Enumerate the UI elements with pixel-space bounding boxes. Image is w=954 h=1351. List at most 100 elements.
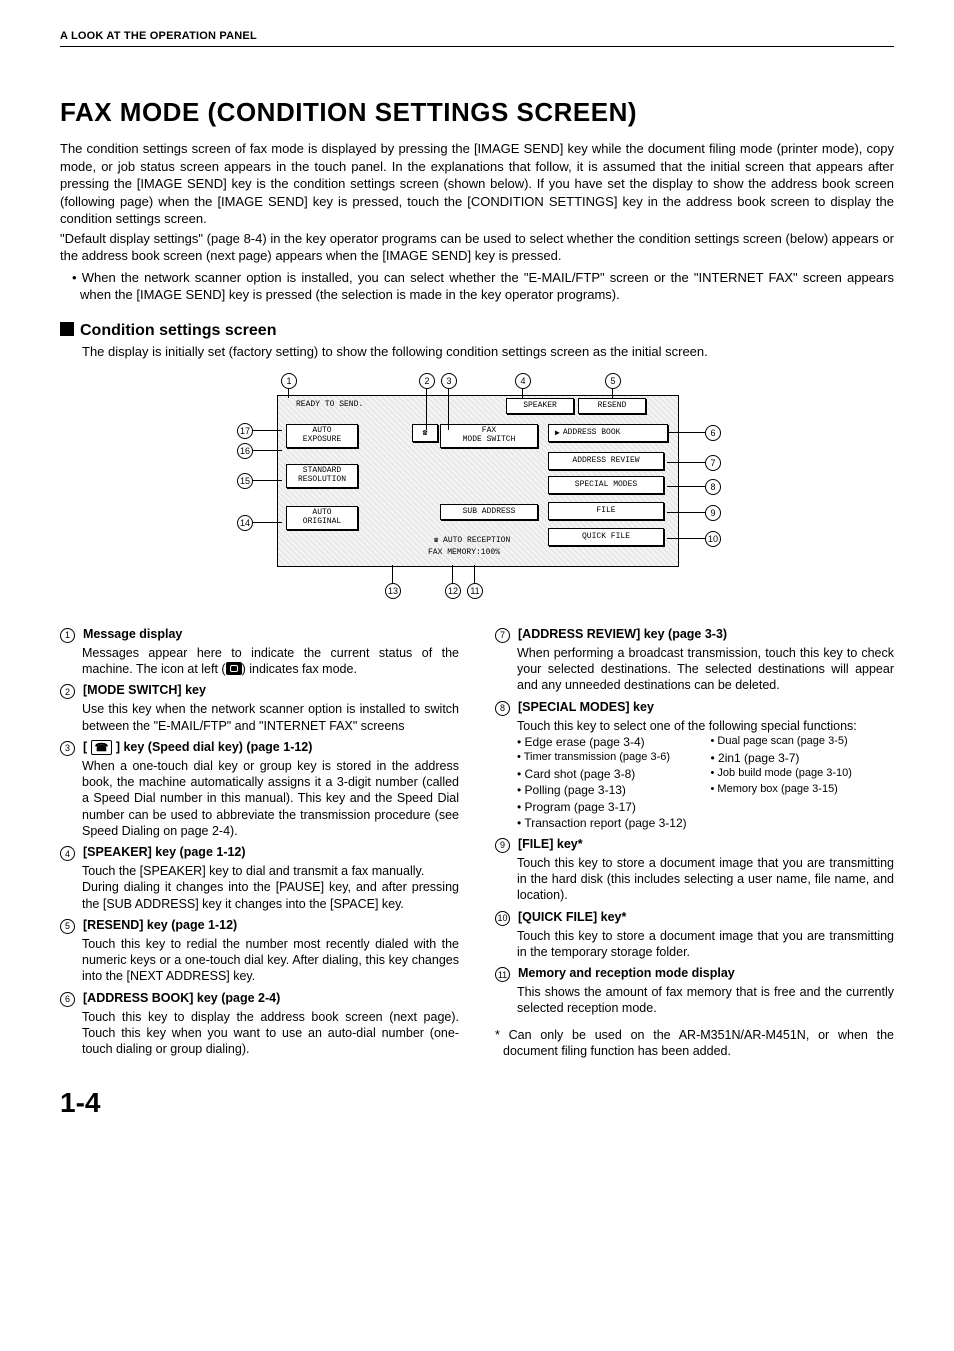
item-8-title: [SPECIAL MODES] key [518, 700, 654, 716]
item-5-title: [RESEND] key (page 1-12) [83, 918, 237, 934]
section-title-text: Condition settings screen [80, 322, 276, 339]
left-column: 1Message display Messages appear here to… [60, 627, 459, 1064]
sm-timer: • Timer transmission (page 3-6) [517, 750, 701, 766]
quick-file-key[interactable]: QUICK FILE [548, 528, 664, 546]
callout-13: 13 [385, 583, 401, 599]
callout-14: 14 [237, 515, 253, 531]
speaker-key[interactable]: SPEAKER [506, 398, 574, 414]
callout-11: 11 [467, 583, 483, 599]
item-2-title: [MODE SWITCH] key [83, 683, 206, 699]
speed-dial-icon: ☎ [91, 740, 113, 755]
auto-reception-text: ☎ AUTO RECEPTION [434, 536, 510, 545]
num-5-icon: 5 [60, 919, 75, 934]
sub-address-key[interactable]: SUB ADDRESS [440, 504, 538, 520]
item-7-title: [ADDRESS REVIEW] key (page 3-3) [518, 627, 727, 643]
item-4-body-a: Touch the [SPEAKER] key to dial and tran… [82, 863, 459, 879]
sm-transaction: • Transaction report (page 3-12) [517, 815, 894, 831]
sm-polling: • Polling (page 3-13) [517, 782, 701, 798]
item-6-title: [ADDRESS BOOK] key (page 2-4) [83, 991, 280, 1007]
address-book-key[interactable]: ▶ADDRESS BOOK [548, 424, 668, 442]
item-5-body: Touch this key to redial the number most… [82, 936, 459, 985]
condition-settings-diagram: 1 2 3 4 5 17 16 15 14 6 7 8 9 10 13 12 1… [217, 373, 737, 603]
num-8-icon: 8 [495, 701, 510, 716]
intro-block: The condition settings screen of fax mod… [60, 140, 894, 304]
sm-memory-box: • Memory box (page 3-15) [711, 782, 895, 798]
phone-icon [226, 662, 242, 675]
item-6-body: Touch this key to display the address bo… [82, 1009, 459, 1058]
callout-5: 5 [605, 373, 621, 389]
item-1-title: Message display [83, 627, 182, 643]
intro-bullet: • When the network scanner option is ins… [66, 269, 894, 304]
num-10-icon: 10 [495, 911, 510, 926]
square-bullet-icon [60, 322, 74, 336]
item-3-title: [ ☎ ] key (Speed dial key) (page 1-12) [83, 740, 312, 756]
num-1-icon: 1 [60, 628, 75, 643]
page-title: FAX MODE (CONDITION SETTINGS SCREEN) [60, 97, 894, 128]
item-3-body: When a one-touch dial key or group key i… [82, 758, 459, 839]
file-key[interactable]: FILE [548, 502, 664, 520]
speed-dial-key[interactable]: ☎ [412, 424, 438, 442]
callout-4: 4 [515, 373, 531, 389]
footnote: * Can only be used on the AR-M351N/AR-M4… [503, 1027, 894, 1060]
intro-para-2: "Default display settings" (page 8-4) in… [60, 230, 894, 265]
item-1-body-b: ) indicates fax mode. [242, 662, 357, 676]
panel-screen: READY TO SEND. SPEAKER RESEND AUTO EXPOS… [277, 395, 679, 567]
original-label: ORIGINAL [303, 518, 341, 526]
item-8-body: Touch this key to select one of the foll… [517, 718, 894, 734]
callout-9: 9 [705, 505, 721, 521]
callout-10: 10 [705, 531, 721, 547]
item-10-body: Touch this key to store a document image… [517, 928, 894, 961]
num-6-icon: 6 [60, 992, 75, 1007]
intro-para-1: The condition settings screen of fax mod… [60, 140, 894, 228]
item-11-body: This shows the amount of fax memory that… [517, 984, 894, 1017]
item-8-list: • Edge erase (page 3-4) • Dual page scan… [517, 734, 894, 799]
num-11-icon: 11 [495, 967, 510, 982]
resolution-label: RESOLUTION [298, 476, 346, 484]
num-4-icon: 4 [60, 846, 75, 861]
item-4-title: [SPEAKER] key (page 1-12) [83, 845, 246, 861]
item-9-body: Touch this key to store a document image… [517, 855, 894, 904]
sm-program: • Program (page 3-17) [517, 799, 894, 815]
item-8-list2: • Program (page 3-17) • Transaction repo… [517, 799, 894, 831]
callout-3: 3 [441, 373, 457, 389]
item-9-title: [FILE] key* [518, 837, 583, 853]
address-book-label: ADDRESS BOOK [563, 428, 621, 437]
num-7-icon: 7 [495, 628, 510, 643]
resolution-key[interactable]: STANDARD RESOLUTION [286, 464, 358, 488]
mode-switch-label: MODE SWITCH [463, 436, 516, 444]
section-desc: The display is initially set (factory se… [82, 344, 894, 361]
callout-7: 7 [705, 455, 721, 471]
callout-12: 12 [445, 583, 461, 599]
exposure-key[interactable]: AUTO EXPOSURE [286, 424, 358, 448]
item-11-title: Memory and reception mode display [518, 966, 735, 982]
mode-switch-key[interactable]: FAX MODE SWITCH [440, 424, 538, 448]
sm-dual-page: • Dual page scan (page 3-5) [711, 734, 895, 750]
special-modes-key[interactable]: SPECIAL MODES [548, 476, 664, 494]
callout-2: 2 [419, 373, 435, 389]
num-9-icon: 9 [495, 838, 510, 853]
callout-8: 8 [705, 479, 721, 495]
item-4-body-b: During dialing it changes into the [PAUS… [82, 879, 459, 912]
callout-6: 6 [705, 425, 721, 441]
num-3-icon: 3 [60, 741, 75, 756]
right-column: 7[ADDRESS REVIEW] key (page 3-3) When pe… [495, 627, 894, 1064]
original-key[interactable]: AUTO ORIGINAL [286, 506, 358, 530]
callout-17: 17 [237, 423, 253, 439]
address-review-key[interactable]: ADDRESS REVIEW [548, 452, 664, 470]
ready-text: READY TO SEND. [296, 400, 363, 409]
callout-16: 16 [237, 443, 253, 459]
sm-card-shot: • Card shot (page 3-8) [517, 766, 701, 782]
num-2-icon: 2 [60, 684, 75, 699]
callout-15: 15 [237, 473, 253, 489]
resend-key[interactable]: RESEND [578, 398, 646, 414]
callout-1: 1 [281, 373, 297, 389]
sm-job-build: • Job build mode (page 3-10) [711, 766, 895, 782]
item-2-body: Use this key when the network scanner op… [82, 701, 459, 734]
sm-2in1: • 2in1 (page 3-7) [711, 750, 895, 766]
page-number: 1-4 [60, 1087, 894, 1119]
fax-memory-text: FAX MEMORY:100% [428, 548, 500, 557]
item-10-title: [QUICK FILE] key* [518, 910, 626, 926]
page-header: A LOOK AT THE OPERATION PANEL [60, 30, 894, 47]
exposure-label: EXPOSURE [303, 436, 341, 444]
section-heading: Condition settings screen [60, 322, 894, 340]
